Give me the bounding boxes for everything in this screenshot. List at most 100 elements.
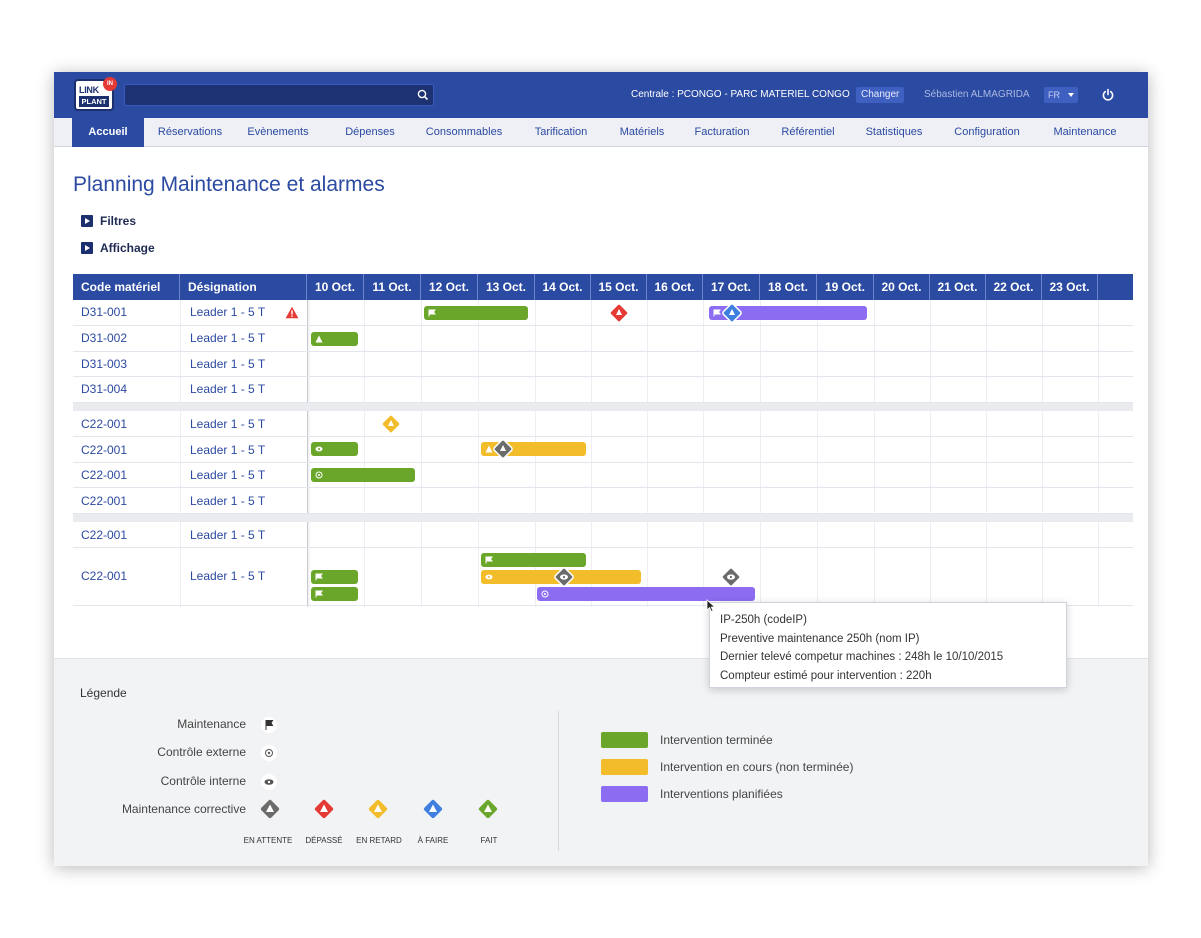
changer-button[interactable]: Changer [856, 87, 905, 103]
state-label: FAIT [480, 836, 498, 845]
chevron-down-icon [1068, 93, 1074, 97]
target-icon [261, 745, 277, 761]
row-code[interactable]: D31-001 [81, 305, 127, 319]
legend-panel: Légende Maintenance Contrôle externe Con… [54, 658, 1148, 866]
search-input[interactable] [124, 84, 434, 106]
group-separator [73, 403, 1133, 411]
row-code[interactable]: C22-001 [81, 494, 127, 508]
header-day: 19 Oct. [817, 274, 874, 300]
warning-icon-depasse [314, 799, 334, 819]
header-day: 22 Oct. [986, 274, 1042, 300]
eye-icon [315, 446, 323, 452]
tab-evenements[interactable]: Evènements [238, 118, 318, 147]
tooltip-estimated-counter: Compteur estimé pour intervention : 220h [720, 669, 932, 682]
tab-tarification[interactable]: Tarification [522, 118, 600, 147]
tab-materiels[interactable]: Matériels [610, 118, 674, 147]
search-icon[interactable] [416, 88, 430, 102]
language-select[interactable]: FR [1044, 87, 1078, 103]
planning-grid: Code matériel Désignation 10 Oct. 11 Oct… [73, 274, 1133, 607]
intervention-bar[interactable] [424, 306, 528, 320]
tab-consommables[interactable]: Consommables [416, 118, 512, 147]
intervention-bar[interactable] [311, 587, 358, 601]
table-row[interactable]: D31-003 Leader 1 - 5 T [73, 352, 1133, 377]
alarm-marker-icon[interactable] [554, 567, 574, 587]
header-day: 11 Oct. [364, 274, 421, 300]
warning-icon [315, 335, 323, 343]
tab-accueil[interactable]: Accueil [72, 118, 144, 147]
row-designation: Leader 1 - 5 T [190, 494, 266, 508]
warning-icon [485, 445, 493, 453]
warning-icon-a-faire [423, 799, 443, 819]
table-row[interactable]: C22-001 Leader 1 - 5 T [73, 463, 1133, 488]
alarm-marker-icon[interactable] [381, 414, 401, 434]
header-day: 17 Oct. [703, 274, 760, 300]
filters-label: Filtres [100, 214, 137, 228]
table-row[interactable]: D31-001 Leader 1 - 5 T [73, 300, 1133, 326]
alarm-marker-icon[interactable] [609, 303, 629, 323]
intervention-tooltip: IP-250h (codeIP) Preventive maintenance … [709, 602, 1067, 688]
display-toggle[interactable]: Affichage [81, 241, 155, 255]
intervention-bar[interactable] [311, 468, 415, 482]
row-code[interactable]: C22-001 [81, 569, 127, 583]
main-nav: Accueil Réservations Evènements Dépenses… [54, 118, 1148, 147]
header-day: 21 Oct. [930, 274, 986, 300]
flag-icon [315, 573, 323, 581]
logo[interactable]: LINK PLANT IN [74, 77, 117, 111]
header-day: 14 Oct. [535, 274, 591, 300]
tab-statistiques[interactable]: Statistiques [856, 118, 932, 147]
header-day: 16 Oct. [647, 274, 703, 300]
header-day-empty [1098, 274, 1133, 300]
row-code[interactable]: C22-001 [81, 468, 127, 482]
alarm-marker-icon[interactable] [722, 303, 742, 323]
table-row[interactable]: C22-001 Leader 1 - 5 T [73, 522, 1133, 548]
legend-title: Légende [80, 686, 127, 700]
alarm-marker-icon[interactable] [493, 439, 513, 459]
user-name[interactable]: Sébastien ALMAGRIDA [924, 89, 1030, 100]
header-designation[interactable]: Désignation [180, 274, 307, 300]
expand-icon [81, 215, 93, 227]
tooltip-last-reading: Dernier televé competur machines : 248h … [720, 651, 1004, 663]
tab-reservations[interactable]: Réservations [150, 118, 230, 147]
table-row[interactable]: C22-001 Leader 1 - 5 T [73, 411, 1133, 437]
header-code[interactable]: Code matériel [73, 274, 180, 300]
alarm-marker-icon[interactable] [721, 567, 741, 587]
table-row[interactable]: C22-001 Leader 1 - 5 T [73, 437, 1133, 463]
flag-icon [428, 309, 436, 317]
intervention-bar[interactable] [481, 553, 586, 567]
tab-maintenance[interactable]: Maintenance [1042, 118, 1128, 147]
table-row[interactable]: D31-002 Leader 1 - 5 T [73, 326, 1133, 352]
power-icon[interactable] [1101, 88, 1115, 102]
row-code[interactable]: D31-002 [81, 331, 127, 345]
header-day: 23 Oct. [1042, 274, 1098, 300]
legend-done: Intervention terminée [660, 733, 773, 747]
swatch-planned [601, 786, 648, 802]
row-code[interactable]: D31-003 [81, 357, 127, 371]
display-label: Affichage [100, 241, 155, 255]
intervention-bar[interactable] [311, 570, 358, 584]
page-title: Planning Maintenance et alarmes [73, 173, 385, 196]
flag-icon [315, 590, 323, 598]
row-code[interactable]: D31-004 [81, 382, 127, 396]
row-code[interactable]: C22-001 [81, 528, 127, 542]
filters-toggle[interactable]: Filtres [81, 214, 136, 228]
warning-icon-fait [478, 799, 498, 819]
target-icon [315, 471, 323, 479]
intervention-bar[interactable] [537, 587, 755, 601]
intervention-bar[interactable] [311, 442, 358, 456]
tab-depenses[interactable]: Dépenses [328, 118, 412, 147]
warning-icon[interactable] [285, 306, 299, 319]
tab-configuration[interactable]: Configuration [942, 118, 1032, 147]
eye-icon [261, 774, 277, 790]
intervention-bar[interactable] [311, 332, 358, 346]
target-icon [541, 590, 549, 598]
warning-icon-en-retard [368, 799, 388, 819]
row-code[interactable]: C22-001 [81, 443, 127, 457]
row-code[interactable]: C22-001 [81, 417, 127, 431]
warning-icon-en-attente [260, 799, 280, 819]
tab-facturation[interactable]: Facturation [684, 118, 760, 147]
tab-referentiel[interactable]: Référentiel [770, 118, 846, 147]
table-row[interactable]: D31-004 Leader 1 - 5 T [73, 377, 1133, 403]
row-designation: Leader 1 - 5 T [190, 331, 266, 345]
swatch-done [601, 732, 648, 748]
table-row[interactable]: C22-001 Leader 1 - 5 T [73, 488, 1133, 514]
